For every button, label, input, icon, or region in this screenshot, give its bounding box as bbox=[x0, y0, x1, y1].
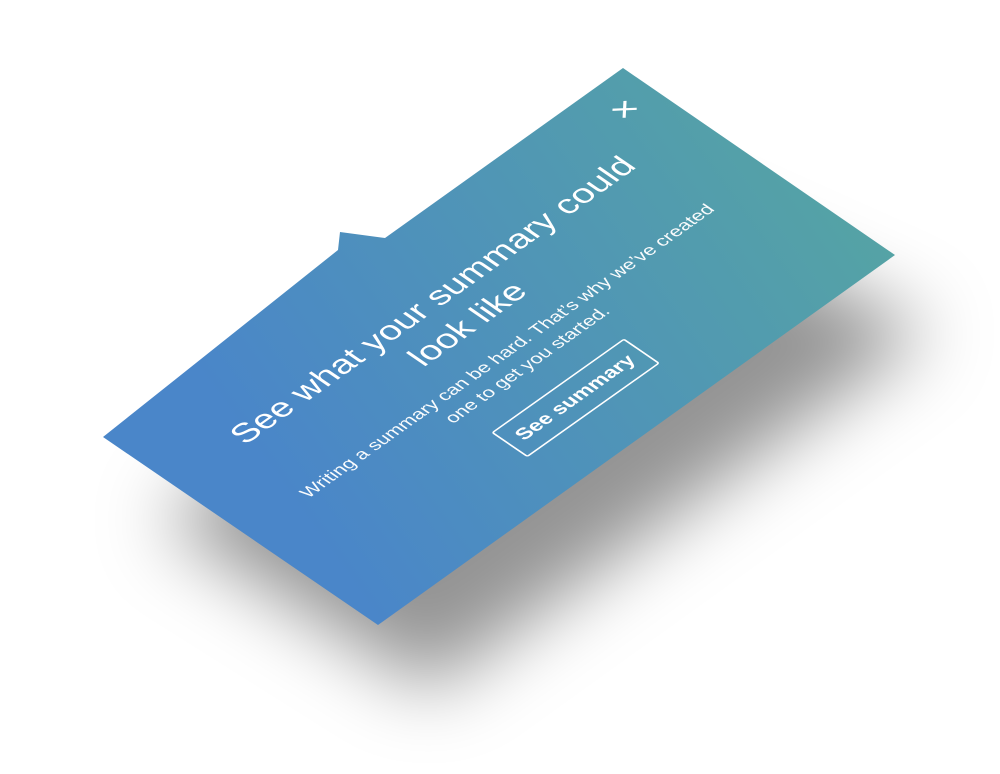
close-icon[interactable]: × bbox=[597, 90, 653, 129]
mockup-stage: × See what your summary could look like … bbox=[0, 0, 1000, 774]
